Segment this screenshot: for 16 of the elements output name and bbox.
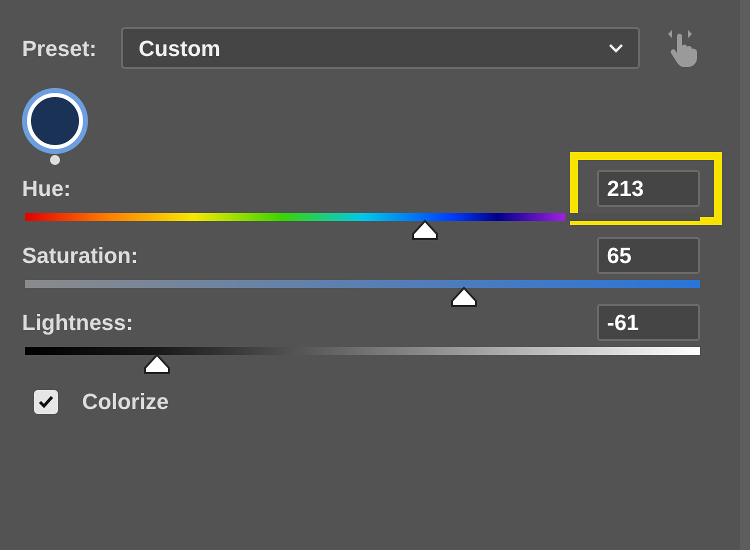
swatch-handle xyxy=(50,155,60,165)
colorize-label: Colorize xyxy=(82,388,169,416)
checkmark-icon xyxy=(38,394,54,408)
colorize-checkbox[interactable] xyxy=(34,390,58,414)
slider-thumb[interactable] xyxy=(450,286,478,308)
preset-label: Preset: xyxy=(22,34,97,62)
slider-thumb[interactable] xyxy=(411,219,440,241)
preset-dropdown[interactable]: Custom xyxy=(120,27,640,69)
saturation-label: Saturation: xyxy=(22,242,138,270)
hue-label: Hue: xyxy=(22,175,71,203)
chevron-icon xyxy=(608,43,624,53)
slider-thumb[interactable] xyxy=(142,353,171,375)
hue-value-field[interactable]: 213 xyxy=(597,170,700,207)
saturation-value-field[interactable]: 65 xyxy=(597,237,700,274)
lightness-label: Lightness: xyxy=(22,309,134,337)
lightness-value-field[interactable]: -61 xyxy=(597,304,700,341)
